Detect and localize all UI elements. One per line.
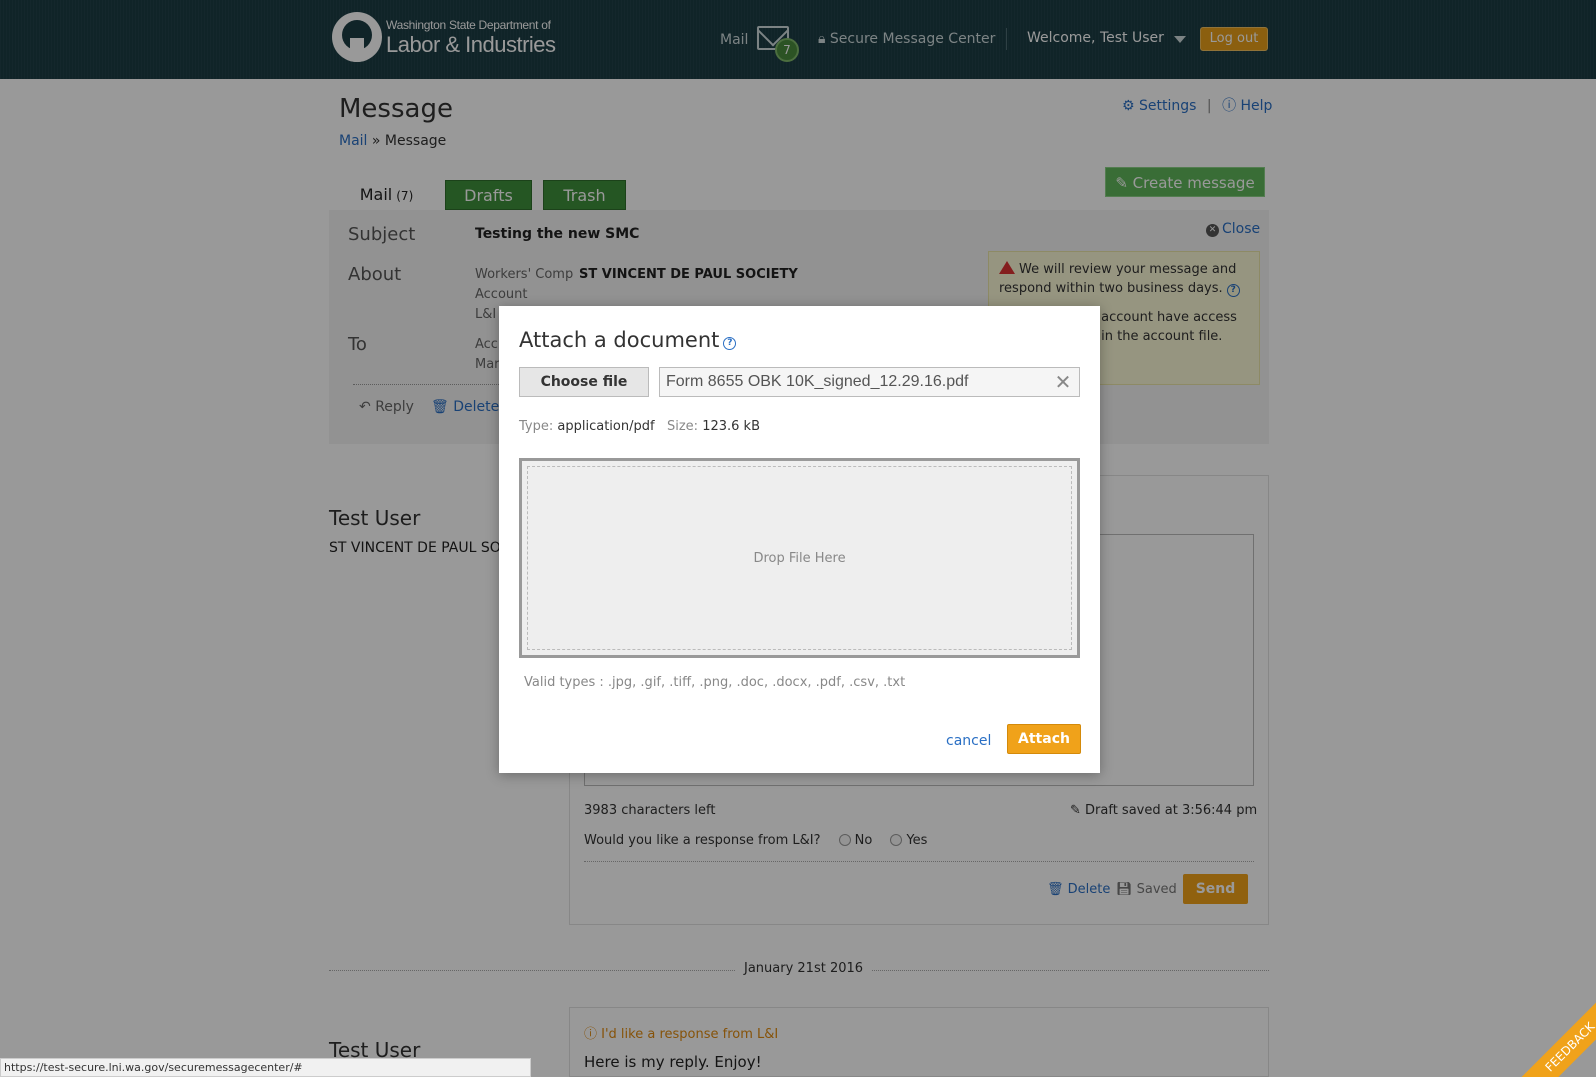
cancel-link[interactable]: cancel xyxy=(946,733,991,749)
feedback-label: FEEDBACK xyxy=(1520,1000,1596,1077)
valid-file-types: Valid types : .jpg, .gif, .tiff, .png, .… xyxy=(524,675,906,690)
size-label: Size: xyxy=(666,419,699,434)
drop-zone-inner: Drop File Here xyxy=(527,466,1072,650)
feedback-tab[interactable]: FEEDBACK xyxy=(1520,1000,1596,1077)
attach-document-dialog: Attach a document? Choose file Form 8655… xyxy=(499,306,1100,773)
clear-file-icon[interactable]: ✕ xyxy=(1053,370,1073,394)
type-value: application/pdf xyxy=(557,419,655,434)
file-drop-zone[interactable]: Drop File Here xyxy=(519,458,1080,658)
choose-file-button[interactable]: Choose file xyxy=(519,367,649,397)
type-label: Type: xyxy=(519,419,554,434)
attach-button[interactable]: Attach xyxy=(1007,724,1081,754)
browser-status-url: https://test-secure.lni.wa.gov/securemes… xyxy=(0,1058,531,1077)
drop-zone-label: Drop File Here xyxy=(753,551,846,566)
file-metadata: Type: application/pdf Size: 123.6 kB xyxy=(519,419,760,434)
dialog-title: Attach a document? xyxy=(519,328,737,352)
size-value: 123.6 kB xyxy=(702,419,760,434)
help-icon[interactable]: ? xyxy=(723,337,737,350)
selected-file-field[interactable]: Form 8655 OBK 10K_signed_12.29.16.pdf xyxy=(659,367,1080,397)
dialog-title-text: Attach a document xyxy=(519,328,720,352)
